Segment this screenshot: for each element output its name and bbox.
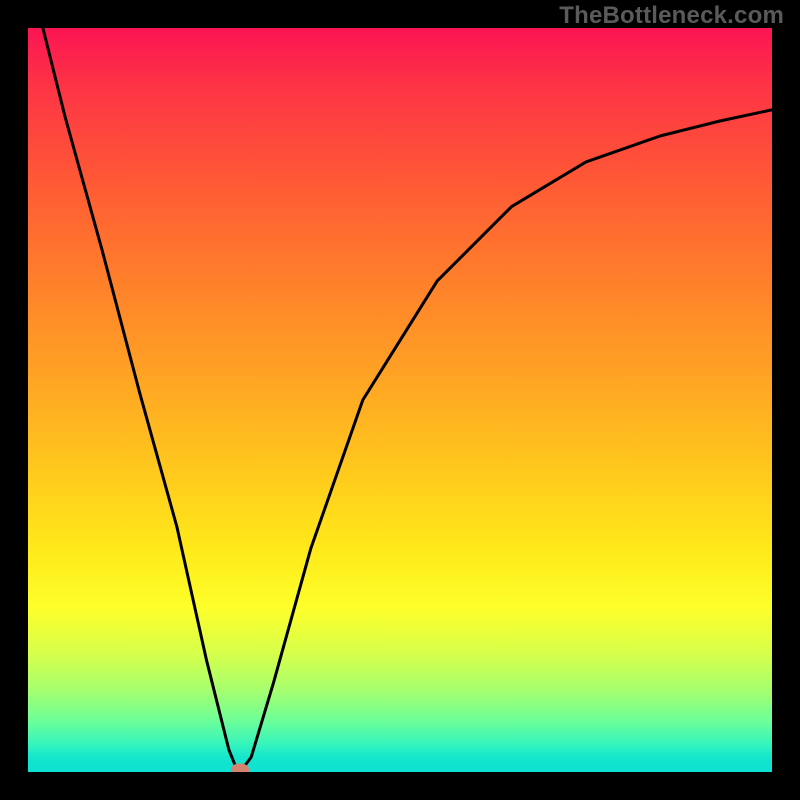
minimum-marker xyxy=(231,764,249,773)
bottleneck-curve xyxy=(43,28,772,772)
plot-area xyxy=(28,28,772,772)
chart-frame: TheBottleneck.com xyxy=(0,0,800,800)
curve-svg xyxy=(28,28,772,772)
watermark-text: TheBottleneck.com xyxy=(559,2,784,30)
